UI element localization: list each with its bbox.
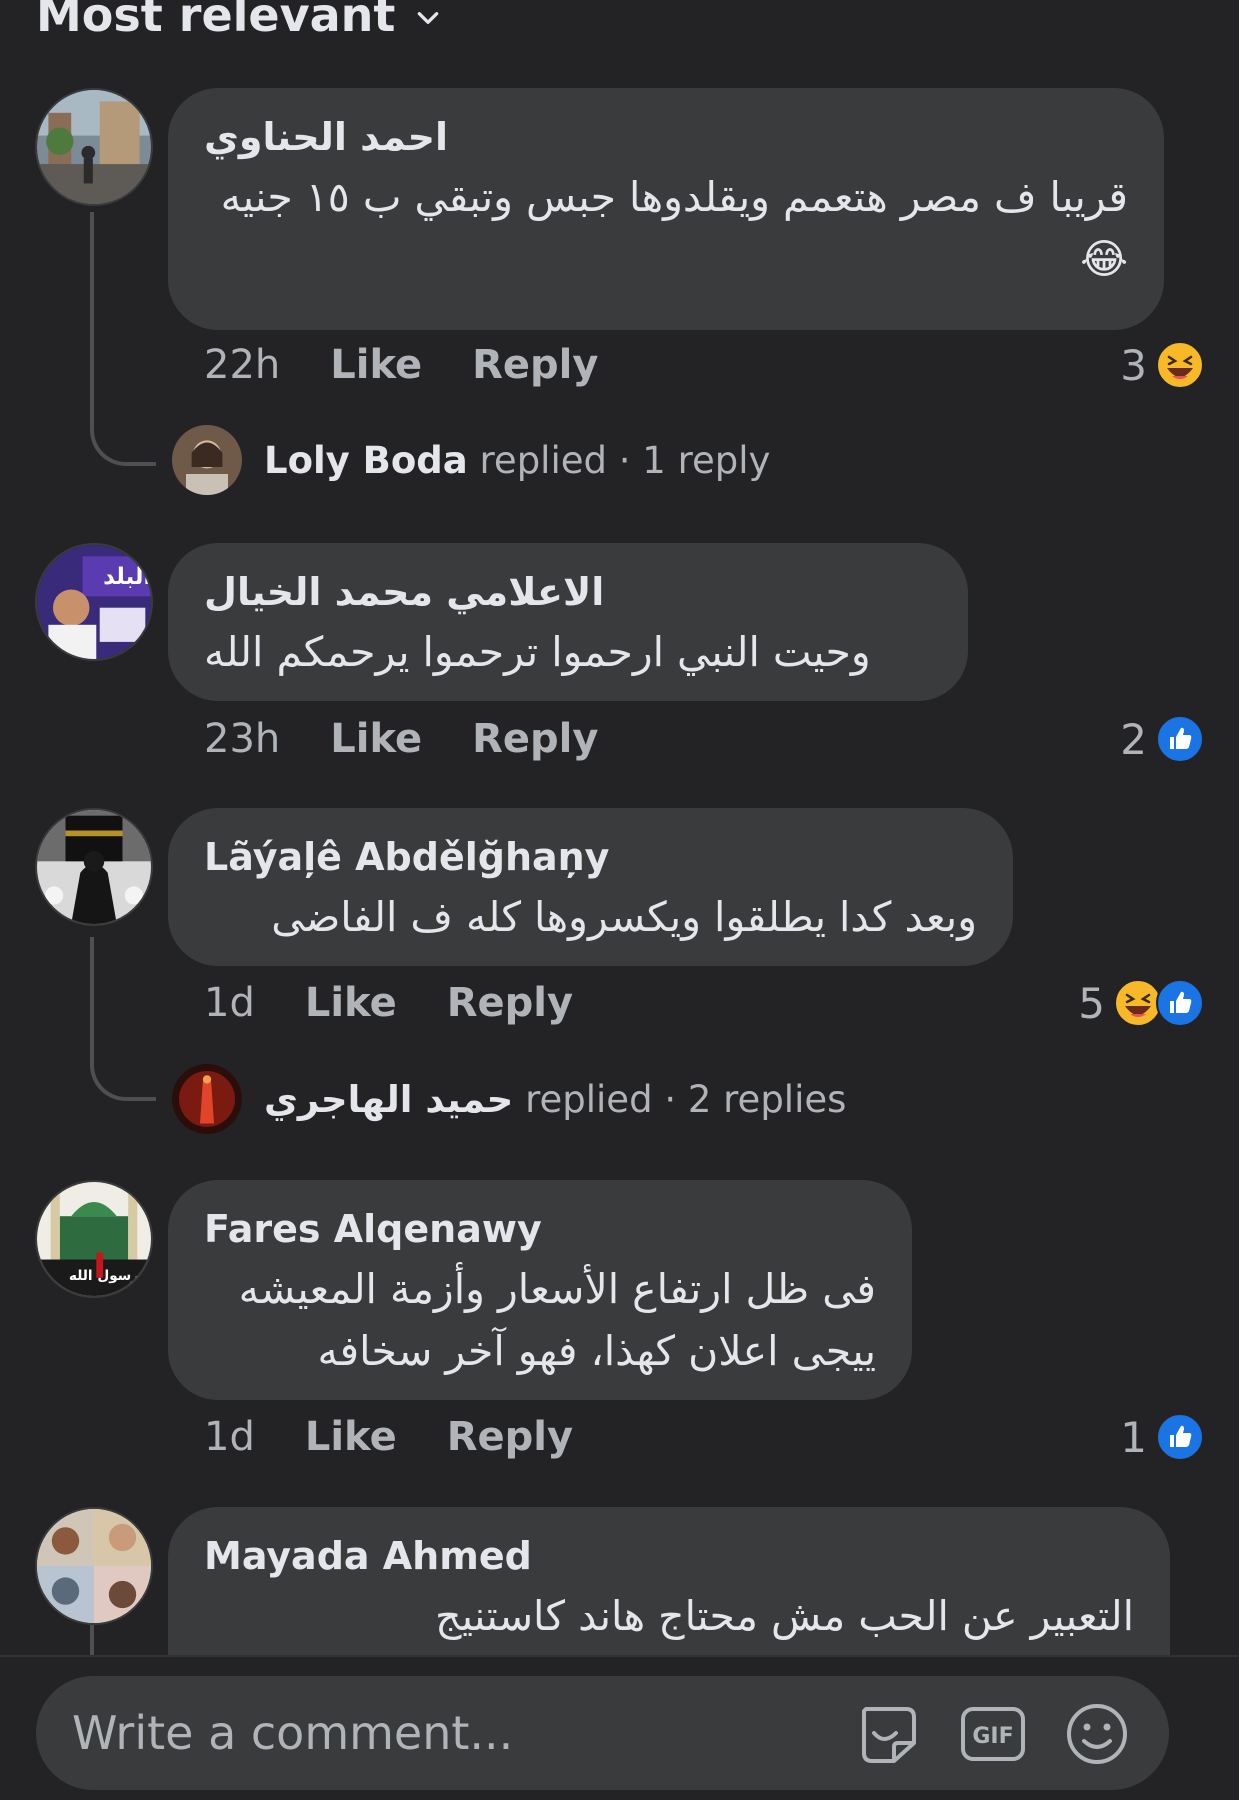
avatar[interactable]: البلد <box>35 543 153 661</box>
reaction-count: 3 <box>1120 340 1147 390</box>
comment-actions: 22h Like Reply <box>204 342 598 388</box>
reply-verb: replied <box>525 1077 653 1121</box>
reply-button[interactable]: Reply <box>472 716 598 762</box>
comment-actions: 23h Like Reply <box>204 716 598 762</box>
reaction-count: 5 <box>1078 978 1105 1028</box>
comment-bubble[interactable]: Fares Alqenawy فى ظل ارتفاع الأسعار وأزم… <box>168 1180 912 1400</box>
thread-line <box>90 937 156 1101</box>
comment-input[interactable] <box>70 1700 714 1766</box>
comment-actions: 1d Like Reply <box>204 1414 573 1460</box>
like-icon <box>1156 1413 1204 1461</box>
avatar[interactable] <box>35 1507 153 1625</box>
reaction-count: 1 <box>1120 1412 1147 1462</box>
comment-author[interactable]: Lãýaļê Abdělğhaņy <box>204 834 977 880</box>
reply-count: · 2 replies <box>664 1077 847 1121</box>
comment-author[interactable]: Mayada Ahmed <box>204 1533 1134 1579</box>
sort-label: Most relevant <box>36 0 396 42</box>
gif-label: GIF <box>972 1724 1013 1749</box>
comment-actions: 1d Like Reply <box>204 980 573 1026</box>
comment-time[interactable]: 1d <box>204 980 255 1026</box>
reply-button[interactable]: Reply <box>447 980 573 1026</box>
like-button[interactable]: Like <box>305 980 397 1026</box>
comment-text: فى ظل ارتفاع الأسعار وأزمة المعيشه ييجى … <box>238 1265 876 1375</box>
comment-text: قريبا ف مصر هتعمم ويقلدوها جبس وتبقي ب ١… <box>220 173 1128 283</box>
sort-dropdown[interactable]: Most relevant <box>36 0 441 42</box>
comment-composer[interactable]: GIF <box>36 1676 1169 1790</box>
comment-text: التعبير عن الحب مش محتاج هاند كاستنيج <box>435 1592 1134 1640</box>
comment-bubble[interactable]: Lãýaļê Abdělğhaņy وبعد كدا يطلقوا ويكسرو… <box>168 808 1013 966</box>
reply-button[interactable]: Reply <box>472 342 598 388</box>
reply-author: حميد الهاجري <box>264 1077 514 1121</box>
svg-text:البلد: البلد <box>103 564 151 590</box>
reaction-summary[interactable]: 5 <box>1078 978 1205 1028</box>
avatar <box>172 425 242 495</box>
gif-icon[interactable]: GIF <box>958 1699 1028 1769</box>
comment-author[interactable]: الاعلامي محمد الخيال <box>204 569 932 615</box>
like-button[interactable]: Like <box>305 1414 397 1460</box>
avatar[interactable] <box>35 88 153 206</box>
comments-screen: Most relevant احمد الحناوي قريبا ف مصر ه… <box>0 0 1239 1800</box>
reaction-count: 2 <box>1120 714 1147 764</box>
replies-preview[interactable]: Loly Boda replied · 1 reply <box>172 425 770 495</box>
avatar <box>172 1064 242 1134</box>
comment-author[interactable]: احمد الحناوي <box>204 114 448 160</box>
svg-text:رسول الله: رسول الله <box>69 1268 139 1284</box>
chevron-down-icon <box>415 0 441 42</box>
reaction-summary[interactable]: 1 <box>1120 1412 1205 1462</box>
avatar[interactable] <box>35 808 153 926</box>
comment-time[interactable]: 22h <box>204 342 280 388</box>
haha-icon <box>1156 341 1204 389</box>
thread-line <box>90 212 156 466</box>
reply-author: Loly Boda <box>264 438 468 482</box>
comment-text: وبعد كدا يطلقوا ويكسروها كله ف الفاضى <box>271 893 977 941</box>
like-button[interactable]: Like <box>330 716 422 762</box>
like-button[interactable]: Like <box>330 342 422 388</box>
comment-author[interactable]: Fares Alqenawy <box>204 1206 876 1252</box>
comment-bubble[interactable]: احمد الحناوي قريبا ف مصر هتعمم ويقلدوها … <box>168 88 1164 330</box>
reply-verb: replied <box>479 438 607 482</box>
emoji-icon[interactable] <box>1062 1699 1132 1769</box>
reaction-summary[interactable]: 2 <box>1120 714 1205 764</box>
comment-time[interactable]: 23h <box>204 716 280 762</box>
comment-text: وحيت النبي ارحموا ترحموا يرحمكم الله <box>204 628 871 676</box>
avatar[interactable]: رسول الله <box>35 1180 153 1298</box>
comment-bubble[interactable]: الاعلامي محمد الخيال وحيت النبي ارحموا ت… <box>168 543 968 701</box>
like-icon <box>1156 979 1204 1027</box>
like-icon <box>1156 715 1204 763</box>
comment-time[interactable]: 1d <box>204 1414 255 1460</box>
sticker-icon[interactable] <box>854 1699 924 1769</box>
reply-count: · 1 reply <box>618 438 771 482</box>
reply-button[interactable]: Reply <box>447 1414 573 1460</box>
reaction-summary[interactable]: 3 <box>1120 340 1205 390</box>
replies-preview[interactable]: حميد الهاجري replied · 2 replies <box>172 1064 846 1134</box>
